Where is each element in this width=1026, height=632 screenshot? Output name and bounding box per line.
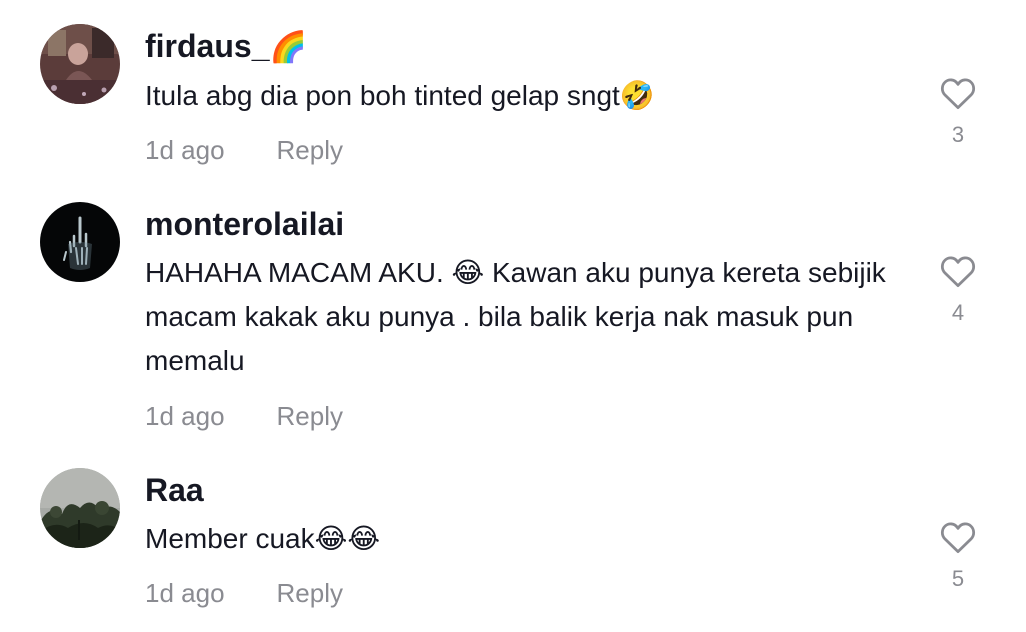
like-count: 4 — [951, 300, 965, 325]
like-count: 5 — [951, 566, 965, 591]
comment-timestamp: 1d ago — [145, 578, 225, 608]
comment-meta: 1d ago Reply — [145, 400, 343, 432]
rainbow-emoji-icon: 🌈 — [269, 31, 307, 64]
heart-icon[interactable] — [939, 76, 977, 110]
avatar[interactable] — [40, 24, 120, 104]
comment-username[interactable]: firdaus_🌈 — [145, 26, 307, 68]
heart-icon[interactable] — [939, 254, 977, 288]
like-control: 5 — [934, 520, 982, 592]
tree-photo-avatar-icon — [40, 468, 120, 548]
comment-meta: 1d ago Reply — [145, 134, 343, 166]
reply-button[interactable]: Reply — [277, 578, 343, 608]
reply-button[interactable]: Reply — [277, 401, 343, 431]
username-text: firdaus_ — [145, 28, 270, 64]
comment-item: firdaus_🌈 Itula abg dia pon boh tinted g… — [0, 0, 1026, 190]
comment-username[interactable]: monterolailai — [145, 204, 344, 244]
like-control: 3 — [934, 76, 982, 148]
xray-hand-avatar-icon — [40, 202, 120, 282]
avatar[interactable] — [40, 202, 120, 282]
user-photo-avatar-icon — [40, 24, 120, 104]
comment-username[interactable]: Raa — [145, 470, 204, 510]
reply-button[interactable]: Reply — [277, 135, 343, 165]
avatar[interactable] — [40, 468, 120, 548]
comment-item: Raa Member cuak😂😂 1d ago Reply 5 — [0, 460, 1026, 632]
comment-text: HAHAHA MACAM AKU. 😂 Kawan aku punya kere… — [145, 257, 886, 376]
comment-timestamp: 1d ago — [145, 401, 225, 431]
comment-timestamp: 1d ago — [145, 135, 225, 165]
like-count: 3 — [951, 122, 965, 147]
comment-text: Member cuak😂😂 — [145, 523, 381, 554]
heart-icon[interactable] — [939, 520, 977, 554]
comment-text: Itula abg dia pon boh tinted gelap sngt🤣 — [145, 80, 655, 111]
comment-meta: 1d ago Reply — [145, 577, 343, 609]
like-control: 4 — [934, 254, 982, 326]
comment-item: monterolailai HAHAHA MACAM AKU. 😂 Kawan … — [0, 190, 1026, 460]
